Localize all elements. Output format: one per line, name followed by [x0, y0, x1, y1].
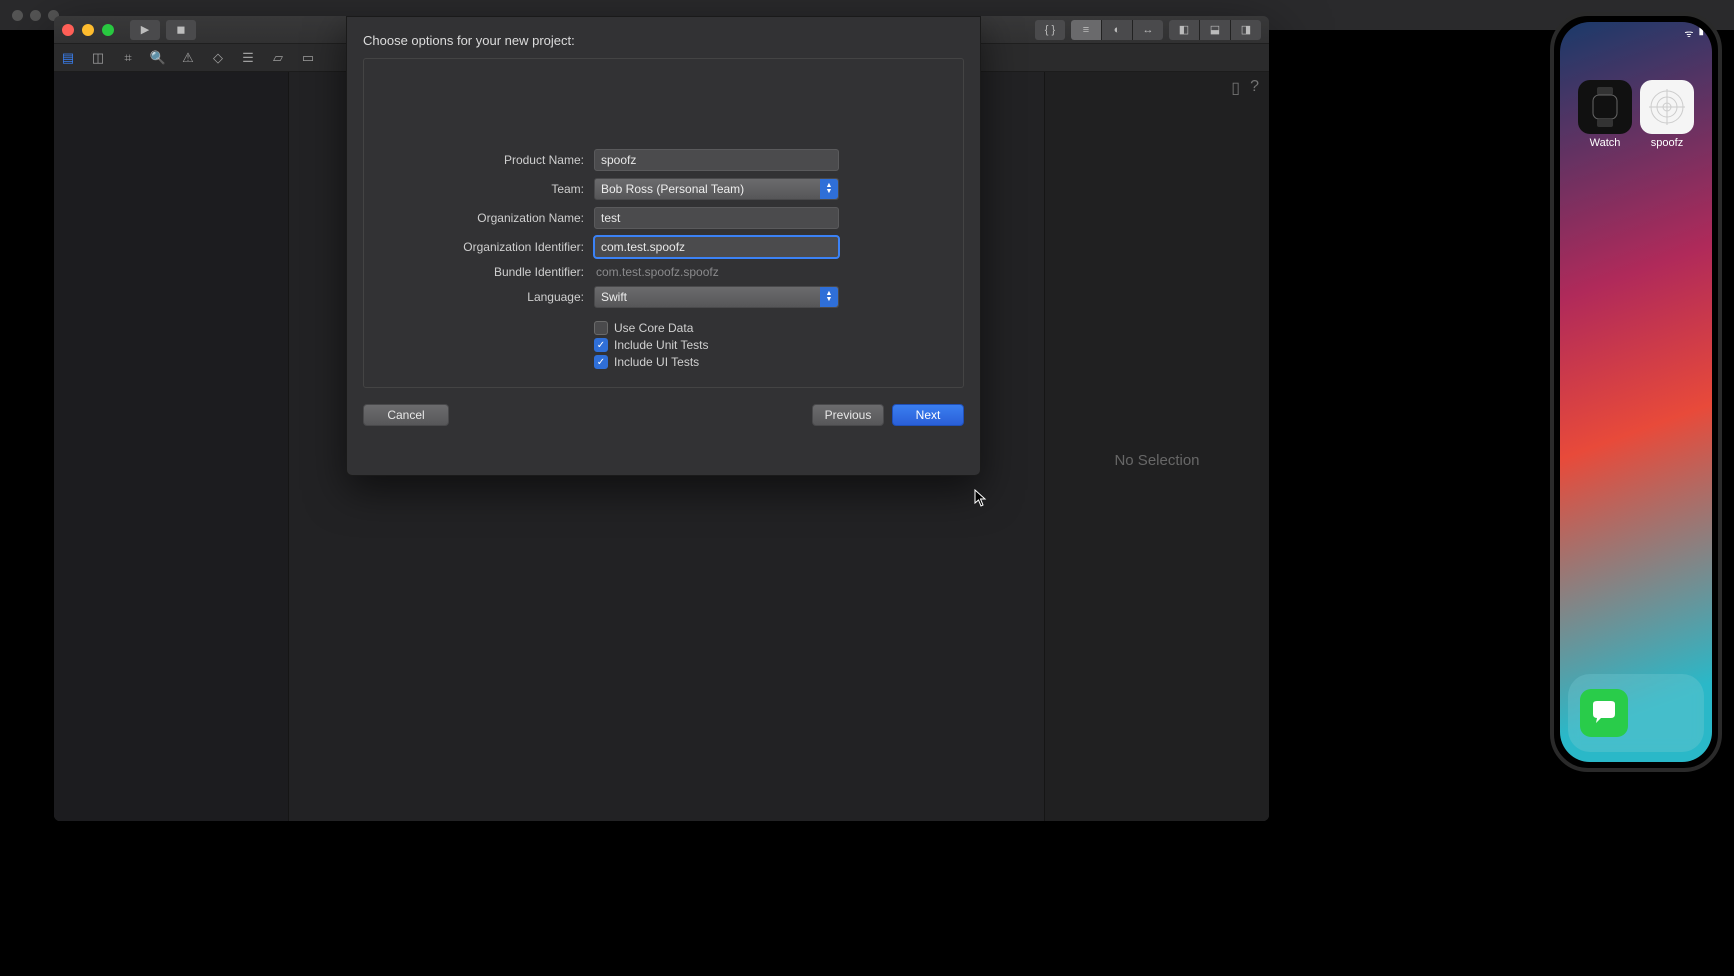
- bottom-panel-toggle-icon[interactable]: ⬓: [1200, 20, 1230, 40]
- core-data-label: Use Core Data: [614, 321, 693, 335]
- editor-mode-group[interactable]: { }: [1035, 20, 1065, 40]
- language-select[interactable]: Swift ▲▼: [594, 286, 839, 308]
- watch-app-icon: [1578, 80, 1632, 134]
- previous-button[interactable]: Previous: [812, 404, 884, 426]
- chevron-updown-icon: ▲▼: [820, 179, 838, 199]
- new-project-options-sheet: Choose options for your new project: Pro…: [346, 16, 981, 476]
- team-label: Team:: [384, 182, 594, 196]
- panel-toggle-group[interactable]: ◧ ⬓ ◨: [1169, 20, 1261, 40]
- org-id-input[interactable]: [594, 236, 839, 258]
- assistant-editor-icon[interactable]: ◐: [1102, 20, 1132, 40]
- language-label: Language:: [384, 290, 594, 304]
- stop-button[interactable]: ◼: [166, 20, 196, 40]
- report-icon[interactable]: ▭: [300, 50, 316, 66]
- next-button[interactable]: Next: [892, 404, 964, 426]
- unit-tests-checkbox[interactable]: ✓: [594, 338, 608, 352]
- xcode-window: ▶ ◼ { } ≡ ◐ ↔ ◧ ⬓ ◨ ▤ ◫ ⌗ 🔍 ⚠ ◇ ☰ ▱ ▭ ⊞ …: [54, 16, 1269, 821]
- bundle-id-value: com.test.spoofz.spoofz: [594, 265, 719, 279]
- team-select[interactable]: Bob Ross (Personal Team) ▲▼: [594, 178, 839, 200]
- symbol-icon[interactable]: ⌗: [120, 50, 136, 66]
- run-button[interactable]: ▶: [130, 20, 160, 40]
- wifi-icon: ᯤ: [1684, 26, 1693, 40]
- messages-app-icon[interactable]: [1580, 689, 1628, 737]
- battery-icon: ▮: [1698, 26, 1704, 40]
- org-id-label: Organization Identifier:: [384, 240, 594, 254]
- ios-device-frame: ᯤ ▮ Watch spoofz: [1550, 12, 1722, 772]
- close-window-button[interactable]: [62, 24, 74, 36]
- breakpoint-icon[interactable]: ▱: [270, 50, 286, 66]
- standard-editor-icon[interactable]: ≡: [1071, 20, 1101, 40]
- watch-app[interactable]: Watch: [1578, 80, 1632, 149]
- find-icon[interactable]: 🔍: [150, 50, 166, 66]
- right-panel-toggle-icon[interactable]: ◨: [1231, 20, 1261, 40]
- chevron-updown-icon: ▲▼: [820, 287, 838, 307]
- ios-dock: [1568, 674, 1704, 752]
- test-icon[interactable]: ◇: [210, 50, 226, 66]
- ui-tests-label: Include UI Tests: [614, 355, 699, 369]
- no-selection-label: No Selection: [1114, 100, 1199, 821]
- help-inspector-icon[interactable]: ?: [1250, 78, 1259, 94]
- core-data-checkbox[interactable]: [594, 321, 608, 335]
- watch-app-label: Watch: [1590, 137, 1621, 149]
- ui-tests-checkbox[interactable]: ✓: [594, 355, 608, 369]
- file-inspector-icon[interactable]: ▯: [1231, 78, 1240, 94]
- navigator-panel: [54, 72, 289, 821]
- status-bar: ᯤ ▮: [1684, 26, 1704, 40]
- version-editor-icon[interactable]: ↔: [1133, 20, 1163, 40]
- assistant-group[interactable]: ≡ ◐ ↔: [1071, 20, 1163, 40]
- language-select-value: Swift: [601, 290, 627, 304]
- unit-tests-label: Include Unit Tests: [614, 338, 709, 352]
- braces-icon[interactable]: { }: [1035, 20, 1065, 40]
- spoofz-app-icon: [1640, 80, 1694, 134]
- cancel-button[interactable]: Cancel: [363, 404, 449, 426]
- ios-home-screen: ᯤ ▮ Watch spoofz: [1560, 22, 1712, 762]
- traffic-lights[interactable]: [62, 24, 114, 36]
- sheet-title: Choose options for your new project:: [363, 33, 964, 48]
- left-panel-toggle-icon[interactable]: ◧: [1169, 20, 1199, 40]
- source-control-icon[interactable]: ◫: [90, 50, 106, 66]
- minimize-window-button[interactable]: [82, 24, 94, 36]
- team-select-value: Bob Ross (Personal Team): [601, 182, 744, 196]
- issue-icon[interactable]: ⚠: [180, 50, 196, 66]
- product-name-input[interactable]: [594, 149, 839, 171]
- inspector-panel: ▯ ? No Selection: [1044, 72, 1269, 821]
- product-name-label: Product Name:: [384, 153, 594, 167]
- bundle-id-label: Bundle Identifier:: [384, 265, 594, 279]
- folder-icon[interactable]: ▤: [60, 50, 76, 66]
- org-name-input[interactable]: [594, 207, 839, 229]
- zoom-window-button[interactable]: [102, 24, 114, 36]
- debug-icon[interactable]: ☰: [240, 50, 256, 66]
- spoofz-app[interactable]: spoofz: [1640, 80, 1694, 149]
- spoofz-app-label: spoofz: [1651, 137, 1683, 149]
- org-name-label: Organization Name:: [384, 211, 594, 225]
- sheet-form: Product Name: Team: Bob Ross (Personal T…: [363, 58, 964, 388]
